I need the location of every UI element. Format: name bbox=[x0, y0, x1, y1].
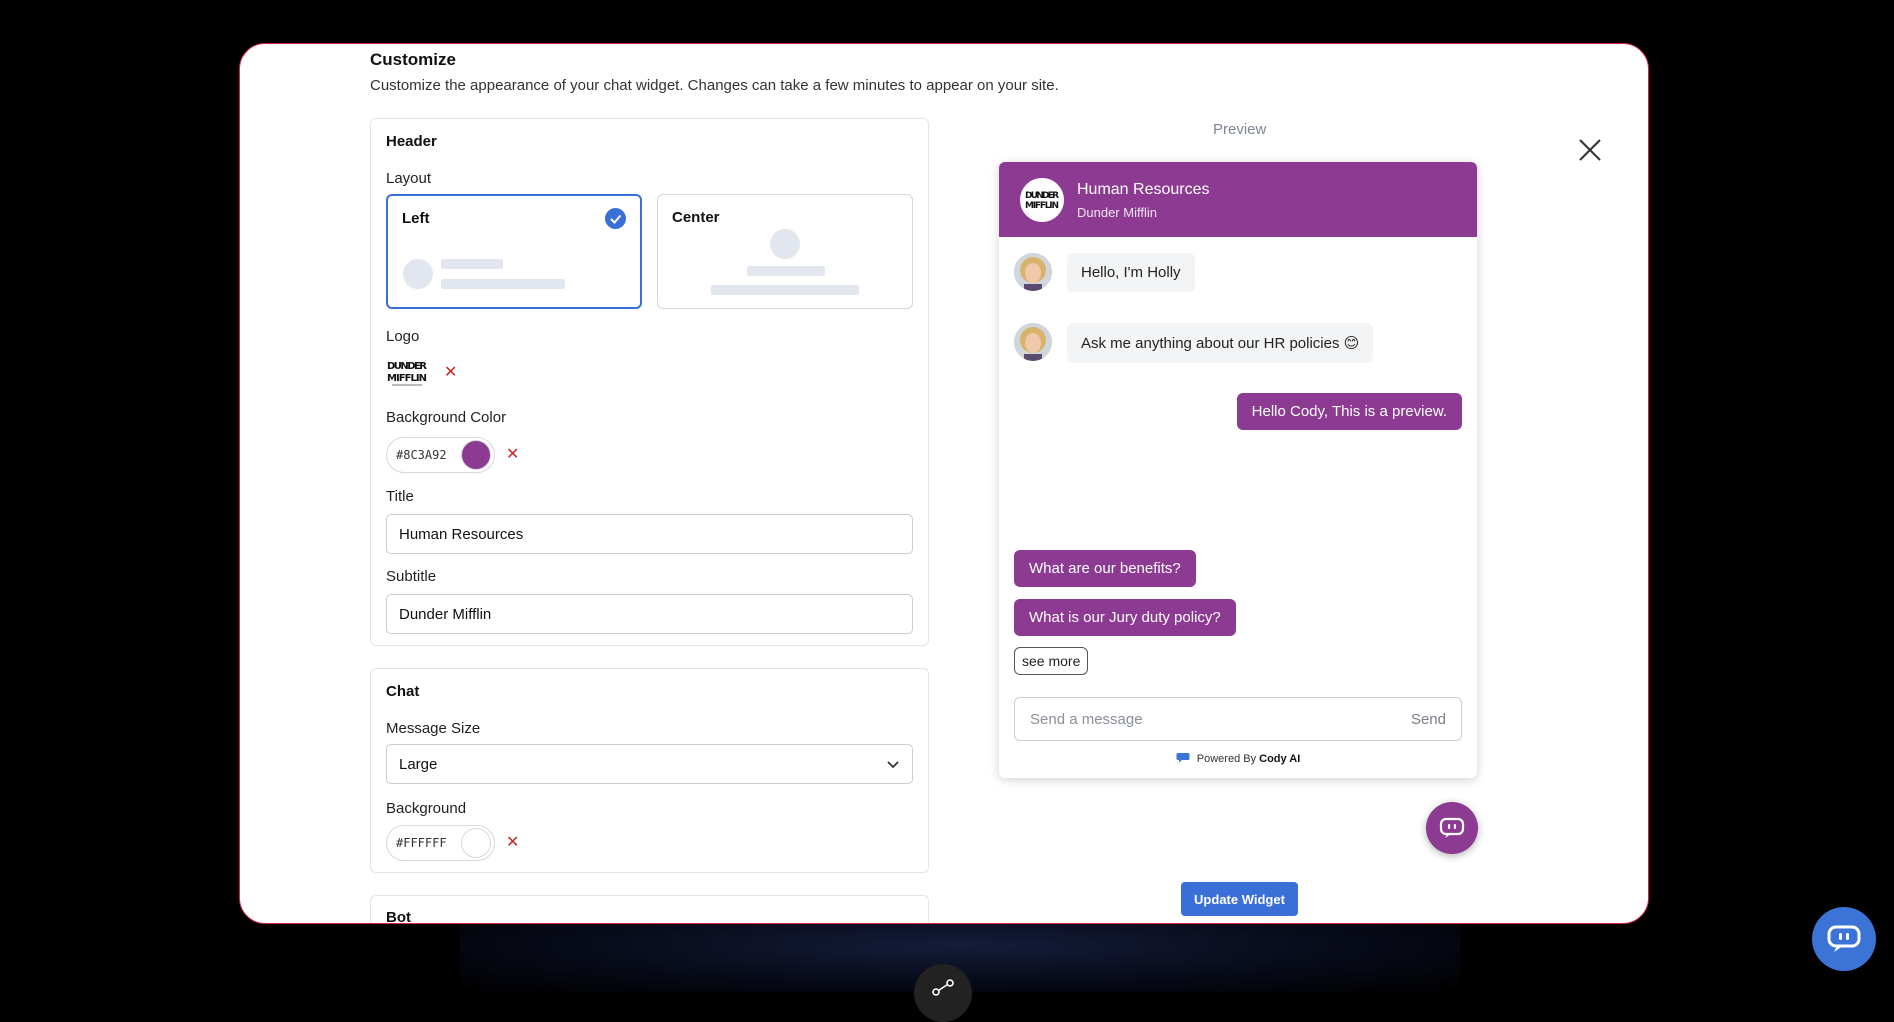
layout-center-label: Center bbox=[672, 209, 720, 226]
cody-logo-icon bbox=[1176, 753, 1190, 763]
layout-left-label: Left bbox=[402, 210, 430, 227]
share-button[interactable] bbox=[914, 964, 972, 1022]
modal-description: Customize the appearance of your chat wi… bbox=[370, 77, 1059, 94]
close-icon[interactable] bbox=[1576, 136, 1604, 164]
layout-center-logo-placeholder bbox=[770, 229, 800, 259]
widget-title: Human Resources bbox=[1077, 181, 1210, 198]
bot-avatar bbox=[1014, 253, 1052, 291]
update-widget-button[interactable]: Update Widget bbox=[1181, 882, 1298, 916]
layout-center-subtitle-placeholder bbox=[711, 285, 859, 295]
powered-by-label: Powered By bbox=[1196, 753, 1257, 765]
powered-by: Powered By Cody AI bbox=[999, 752, 1477, 765]
bot-settings-panel: Bot bbox=[370, 895, 929, 924]
see-more-button[interactable]: see more bbox=[1014, 647, 1089, 675]
send-button[interactable]: Send bbox=[1411, 711, 1446, 728]
header-color-hex: #8C3A92 bbox=[396, 448, 447, 462]
chat-background-hex: #FFFFFF bbox=[396, 836, 447, 850]
svg-text:MIFFLIN: MIFFLIN bbox=[387, 373, 427, 384]
chat-background-swatch bbox=[461, 828, 491, 858]
message-size-label: Message Size bbox=[386, 720, 481, 737]
title-input[interactable]: Human Resources bbox=[386, 514, 913, 554]
header-settings-panel: Header Layout Left Center Logo DUNDER MI… bbox=[370, 118, 929, 646]
remove-header-color-button[interactable]: ✕ bbox=[506, 444, 519, 464]
chat-background-color-picker[interactable]: #FFFFFF bbox=[386, 825, 495, 861]
powered-by-brand: Cody AI bbox=[1259, 753, 1301, 765]
chat-widget-preview: DUNDER MIFFLIN Human Resources Dunder Mi… bbox=[999, 162, 1477, 778]
message-size-value: Large bbox=[399, 755, 438, 773]
dunder-mifflin-logo: DUNDER MIFFLIN bbox=[386, 358, 428, 388]
support-chat-launcher[interactable] bbox=[1812, 907, 1876, 971]
background-color-label: Background Color bbox=[386, 409, 507, 426]
chat-bot-icon bbox=[1439, 817, 1465, 838]
check-icon bbox=[605, 208, 626, 229]
svg-text:DUNDER: DUNDER bbox=[1025, 191, 1059, 201]
chevron-down-icon bbox=[887, 761, 899, 769]
layout-option-left[interactable]: Left bbox=[386, 194, 642, 309]
layout-option-center[interactable]: Center bbox=[657, 194, 913, 309]
chat-panel-title: Chat bbox=[386, 683, 420, 700]
widget-logo: DUNDER MIFFLIN bbox=[1020, 178, 1064, 222]
suggestion-button[interactable]: What are our benefits? bbox=[1014, 550, 1196, 587]
layout-label: Layout bbox=[386, 170, 432, 187]
suggestion-button[interactable]: What is our Jury duty policy? bbox=[1014, 599, 1236, 636]
layout-left-subtitle-placeholder bbox=[441, 279, 565, 289]
preview-label: Preview bbox=[1213, 121, 1267, 138]
layout-left-logo-placeholder bbox=[403, 259, 433, 289]
svg-text:MIFFLIN: MIFFLIN bbox=[1025, 201, 1059, 211]
share-icon bbox=[932, 979, 954, 996]
chat-settings-panel: Chat Message Size Large Background #FFFF… bbox=[370, 668, 929, 873]
bot-message: Hello, I'm Holly bbox=[1067, 253, 1195, 292]
subtitle-label: Subtitle bbox=[386, 568, 437, 585]
logo-label: Logo bbox=[386, 328, 420, 345]
chat-background-label: Background bbox=[386, 800, 467, 817]
subtitle-input[interactable]: Dunder Mifflin bbox=[386, 594, 913, 634]
user-message: Hello Cody, This is a preview. bbox=[1236, 393, 1462, 430]
widget-subtitle: Dunder Mifflin bbox=[1077, 205, 1157, 220]
remove-chat-background-button[interactable]: ✕ bbox=[506, 832, 519, 852]
customize-modal: Customize Customize the appearance of yo… bbox=[239, 43, 1649, 924]
header-panel-title: Header bbox=[386, 133, 437, 150]
header-color-picker[interactable]: #8C3A92 bbox=[386, 437, 495, 473]
chat-launcher-button[interactable] bbox=[1426, 802, 1478, 854]
chat-bot-icon bbox=[1827, 925, 1861, 952]
bot-message: Ask me anything about our HR policies 😊 bbox=[1067, 323, 1374, 363]
remove-logo-button[interactable]: ✕ bbox=[444, 362, 457, 382]
message-input[interactable]: Send a message Send bbox=[1014, 697, 1462, 741]
layout-center-title-placeholder bbox=[747, 266, 825, 276]
title-label: Title bbox=[386, 488, 414, 505]
header-color-swatch bbox=[461, 440, 491, 470]
modal-title: Customize bbox=[370, 50, 456, 69]
layout-left-title-placeholder bbox=[441, 259, 503, 269]
bot-panel-title: Bot bbox=[386, 909, 411, 924]
widget-header: DUNDER MIFFLIN Human Resources Dunder Mi… bbox=[999, 162, 1477, 237]
message-input-placeholder: Send a message bbox=[1030, 711, 1143, 728]
svg-text:DUNDER: DUNDER bbox=[387, 361, 427, 372]
bot-avatar bbox=[1014, 323, 1052, 361]
message-size-select[interactable]: Large bbox=[386, 744, 913, 784]
